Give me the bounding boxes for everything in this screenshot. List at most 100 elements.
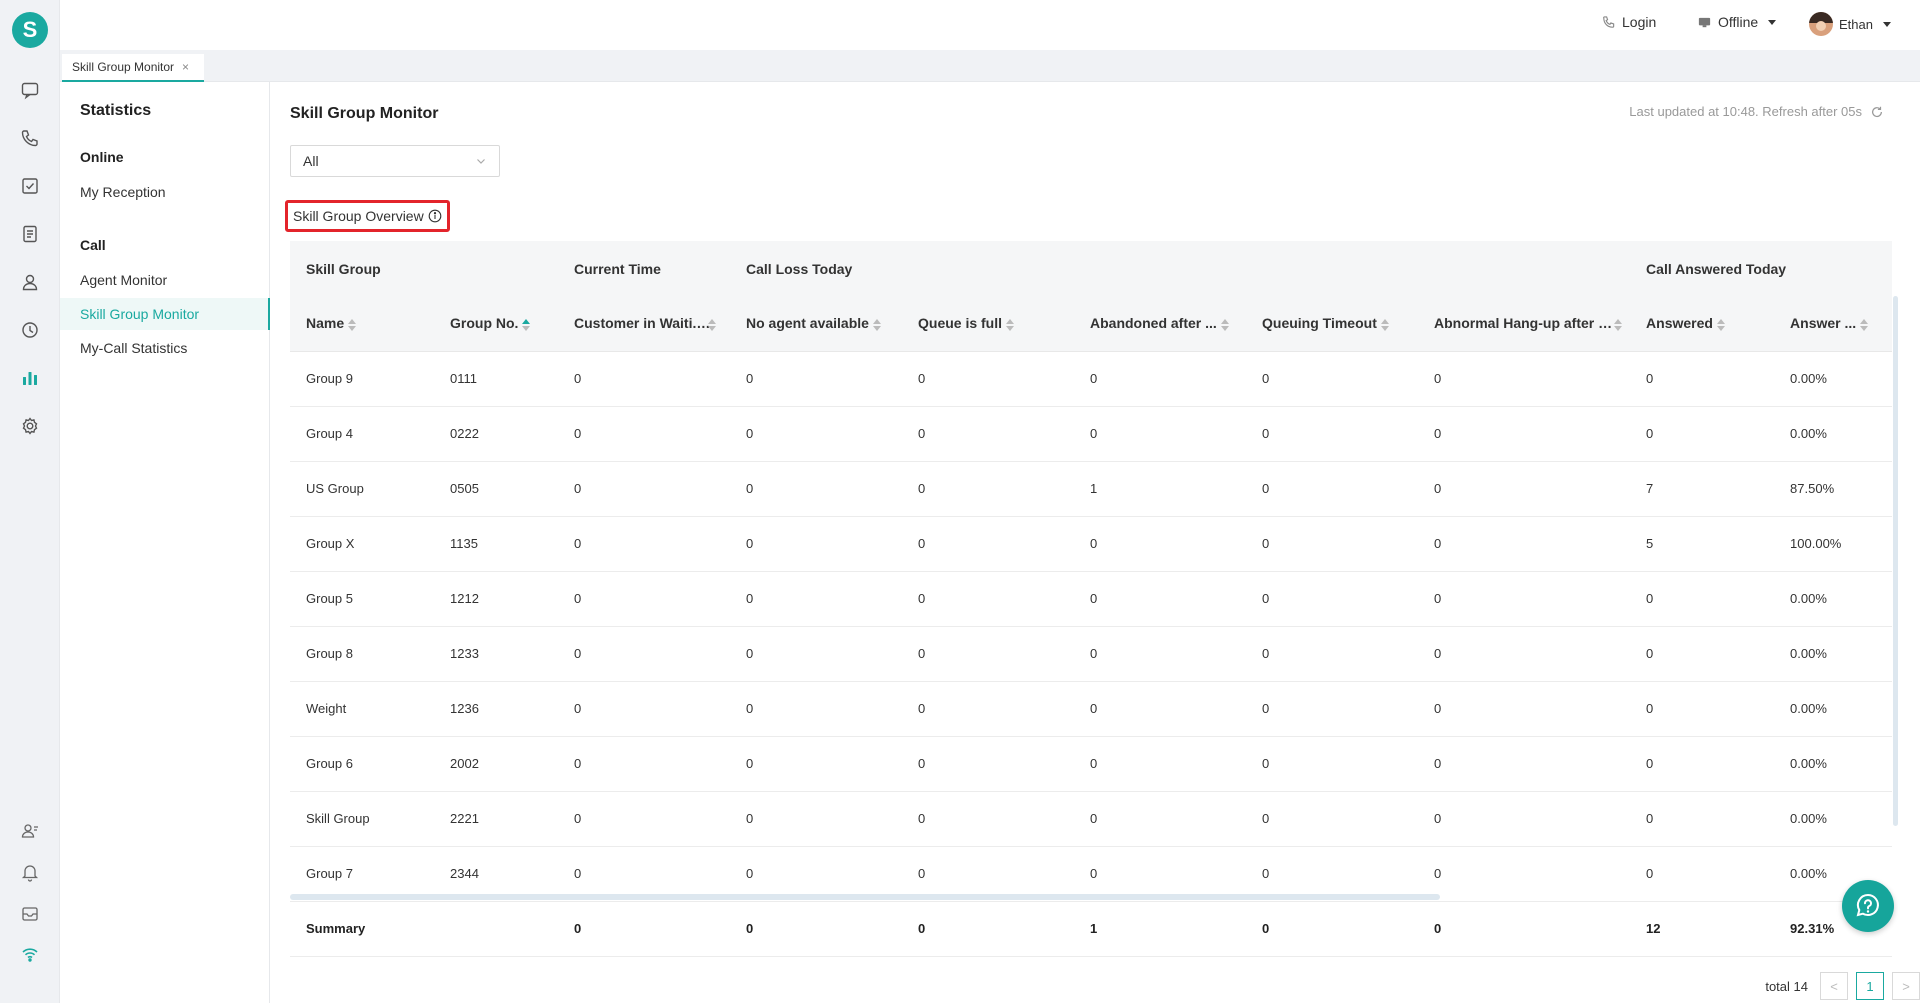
- skill-group-filter-select[interactable]: All: [290, 145, 500, 177]
- column-header-queue-is-full[interactable]: Queue is full: [902, 296, 1074, 352]
- contact-icon[interactable]: [18, 270, 42, 294]
- table-row[interactable]: Group X 1135 0 0 0 0 0 0 5 100.00%: [290, 516, 1892, 572]
- column-header-group-no[interactable]: Group No.: [434, 296, 558, 352]
- refresh-text: Last updated at 10:48. Refresh after 05s: [1629, 104, 1862, 119]
- column-label: Abnormal Hang-up after ...: [1434, 315, 1610, 332]
- table-cell: 0: [902, 516, 1074, 572]
- next-page-button[interactable]: >: [1892, 972, 1920, 1000]
- table-cell: Group 9: [290, 351, 434, 407]
- user-menu[interactable]: Ethan: [1809, 12, 1891, 36]
- pagination: total 14 < 1 >: [1765, 972, 1920, 1000]
- agent-status-icon[interactable]: [18, 819, 42, 843]
- sort-icon[interactable]: [1716, 318, 1725, 331]
- sidebar-title: Statistics: [80, 102, 152, 119]
- table-row[interactable]: Skill Group 2221 0 0 0 0 0 0 0 0.00%: [290, 791, 1892, 847]
- sidebar-item-agent-monitor[interactable]: Agent Monitor: [60, 264, 270, 296]
- table-cell: 0: [1630, 571, 1775, 627]
- help-button[interactable]: [1842, 880, 1894, 932]
- chevron-down-icon: [1768, 19, 1777, 25]
- chat-icon[interactable]: [18, 78, 42, 102]
- tab-strip: Skill Group Monitor ×: [60, 50, 1920, 82]
- column-header-answered[interactable]: Answered: [1630, 296, 1775, 352]
- column-header-customer-in-waiting[interactable]: Customer in Waiti...: [558, 296, 730, 352]
- table-cell: 0: [1074, 626, 1246, 682]
- sort-icon[interactable]: [1220, 318, 1229, 331]
- table-cell: 2002: [434, 736, 558, 792]
- column-header-answer-rate[interactable]: Answer ...: [1774, 296, 1892, 352]
- table-cell: 0: [902, 406, 1074, 462]
- column-header-abandoned-after[interactable]: Abandoned after ...: [1074, 296, 1246, 352]
- table-row[interactable]: Weight 1236 0 0 0 0 0 0 0 0.00%: [290, 681, 1892, 737]
- column-label: Answer ...: [1790, 315, 1857, 332]
- summary-row: Summary 0 0 0 1 0 0 12 92.31%: [290, 901, 1892, 957]
- phone-icon[interactable]: [18, 126, 42, 150]
- task-icon[interactable]: [18, 174, 42, 198]
- sidebar-item-my-call-statistics[interactable]: My-Call Statistics: [60, 332, 270, 364]
- table-row[interactable]: Group 4 0222 0 0 0 0 0 0 0 0.00%: [290, 406, 1892, 462]
- table-cell: 0: [902, 461, 1074, 517]
- status-dropdown[interactable]: Offline: [1697, 14, 1777, 30]
- summary-cell: 0: [558, 901, 730, 957]
- app-logo[interactable]: S: [12, 12, 48, 48]
- table-cell: 0: [1630, 791, 1775, 847]
- table-cell: 0: [1246, 351, 1418, 407]
- table-row[interactable]: Group 8 1233 0 0 0 0 0 0 0 0.00%: [290, 626, 1892, 682]
- login-button[interactable]: Login: [1601, 14, 1656, 30]
- statistics-icon[interactable]: [18, 366, 42, 390]
- table-row[interactable]: Group 7 2344 0 0 0 0 0 0 0 0.00%: [290, 846, 1892, 902]
- close-icon[interactable]: ×: [182, 60, 189, 74]
- vertical-scrollbar[interactable]: [1893, 296, 1898, 826]
- column-header-name[interactable]: Name: [290, 296, 434, 352]
- horizontal-scrollbar[interactable]: [290, 894, 1440, 900]
- table-cell: 0: [1246, 461, 1418, 517]
- sidebar-item-my-reception[interactable]: My Reception: [60, 176, 270, 208]
- table-cell: 5: [1630, 516, 1775, 572]
- table-cell: 0: [558, 736, 730, 792]
- sort-icon[interactable]: [1613, 318, 1622, 331]
- page-button[interactable]: 1: [1856, 972, 1884, 1000]
- table-cell: 0: [558, 791, 730, 847]
- table-row[interactable]: Group 6 2002 0 0 0 0 0 0 0 0.00%: [290, 736, 1892, 792]
- table-cell: 0: [902, 791, 1074, 847]
- table-row[interactable]: Group 5 1212 0 0 0 0 0 0 0 0.00%: [290, 571, 1892, 627]
- tab-skill-group-monitor[interactable]: Skill Group Monitor ×: [62, 54, 204, 82]
- column-header-no-agent-available[interactable]: No agent available: [730, 296, 902, 352]
- table-cell: 0: [558, 681, 730, 737]
- refresh-icon[interactable]: [1870, 105, 1884, 119]
- column-label: Customer in Waiti...: [574, 315, 705, 332]
- table-cell: 0: [1630, 681, 1775, 737]
- table-cell: 0.00%: [1774, 681, 1892, 737]
- table-row[interactable]: US Group 0505 0 0 0 1 0 0 7 87.50%: [290, 461, 1892, 517]
- table-cell: 0: [1418, 791, 1631, 847]
- summary-label: Summary: [290, 901, 434, 957]
- sort-icon[interactable]: [872, 318, 881, 331]
- table-cell: 1: [1074, 461, 1246, 517]
- bell-icon[interactable]: [18, 860, 42, 884]
- table-cell: 87.50%: [1774, 461, 1892, 517]
- sort-icon[interactable]: [1380, 318, 1389, 331]
- sort-icon[interactable]: [1006, 318, 1015, 331]
- help-icon: [1856, 893, 1879, 917]
- table-cell: 0: [730, 571, 902, 627]
- table-cell: 0: [730, 461, 902, 517]
- sort-ascending-icon[interactable]: [522, 318, 531, 331]
- column-header-abnormal-hang-up[interactable]: Abnormal Hang-up after ...: [1418, 296, 1631, 352]
- sidebar-item-skill-group-monitor[interactable]: Skill Group Monitor: [60, 298, 270, 330]
- prev-page-button[interactable]: <: [1820, 972, 1848, 1000]
- sort-icon[interactable]: [348, 318, 357, 331]
- table-cell: 2221: [434, 791, 558, 847]
- history-icon[interactable]: [18, 318, 42, 342]
- section-title-label: Skill Group Overview: [293, 208, 424, 224]
- table-cell: 0: [1074, 516, 1246, 572]
- refresh-status: Last updated at 10:48. Refresh after 05s: [1629, 104, 1884, 119]
- document-icon[interactable]: [18, 222, 42, 246]
- table-row[interactable]: Group 9 0111 0 0 0 0 0 0 0 0.00%: [290, 351, 1892, 407]
- table-cell: 0: [1418, 681, 1631, 737]
- sort-icon[interactable]: [1860, 318, 1869, 331]
- inbox-icon[interactable]: [18, 902, 42, 926]
- column-header-queuing-timeout[interactable]: Queuing Timeout: [1246, 296, 1418, 352]
- pagination-total: total 14: [1765, 978, 1808, 994]
- settings-icon[interactable]: [18, 414, 42, 438]
- section-title: Skill Group Overview: [285, 200, 450, 232]
- info-icon[interactable]: [428, 209, 442, 223]
